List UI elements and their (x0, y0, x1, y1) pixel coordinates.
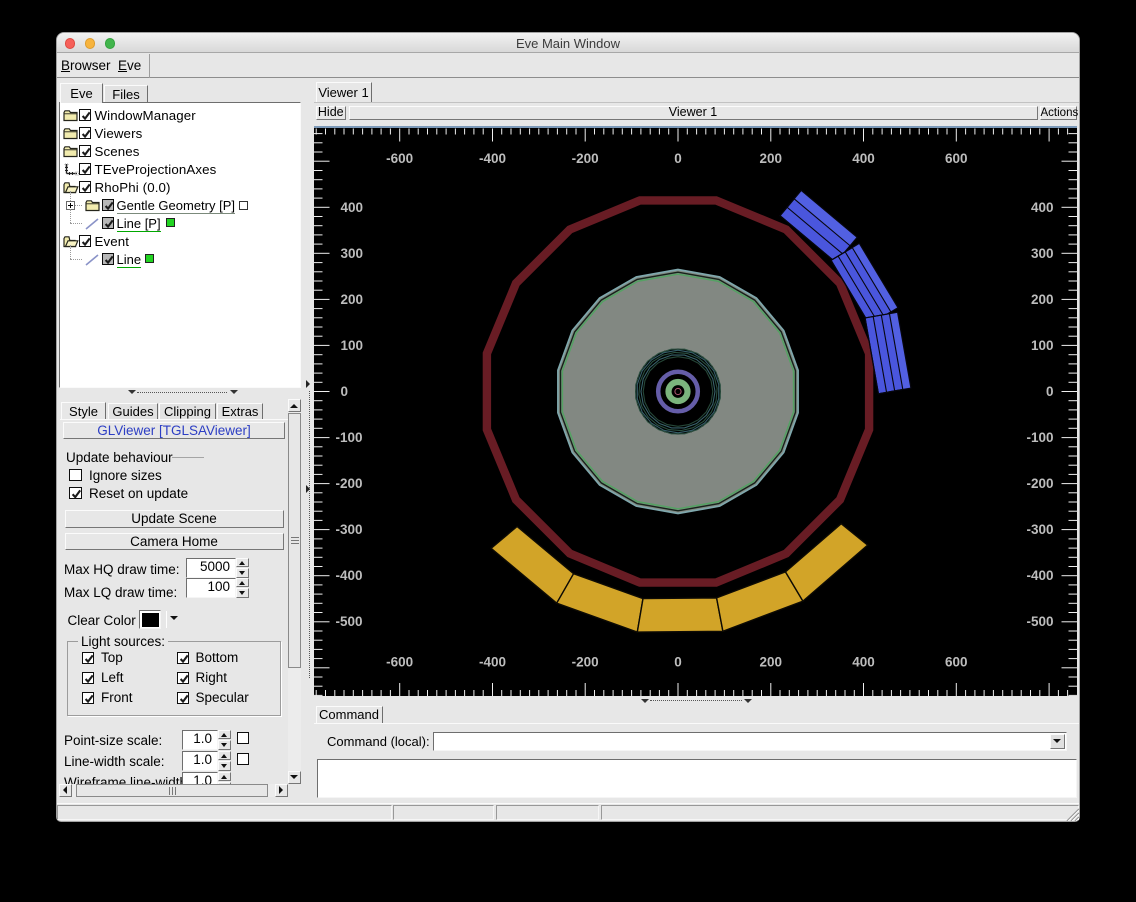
svg-text:-500: -500 (336, 614, 363, 629)
svg-text:-400: -400 (1026, 568, 1053, 583)
svg-text:-500: -500 (1026, 614, 1053, 629)
svg-text:400: 400 (1031, 200, 1054, 215)
svg-text:-600: -600 (386, 151, 413, 166)
svg-text:-300: -300 (336, 522, 363, 537)
svg-text:-100: -100 (336, 430, 363, 445)
svg-text:100: 100 (1031, 338, 1054, 353)
svg-text:-200: -200 (1026, 476, 1053, 491)
svg-text:400: 400 (341, 200, 364, 215)
svg-text:-200: -200 (572, 655, 599, 670)
svg-text:0: 0 (1046, 384, 1054, 399)
svg-text:100: 100 (341, 338, 364, 353)
svg-text:-300: -300 (1026, 522, 1053, 537)
svg-text:200: 200 (760, 151, 783, 166)
svg-text:-400: -400 (479, 655, 506, 670)
svg-text:-200: -200 (572, 151, 599, 166)
svg-text:0: 0 (341, 384, 349, 399)
svg-text:400: 400 (852, 655, 875, 670)
svg-text:-400: -400 (336, 568, 363, 583)
svg-text:-100: -100 (1026, 430, 1053, 445)
svg-text:0: 0 (674, 151, 682, 166)
svg-text:0: 0 (674, 655, 682, 670)
svg-text:300: 300 (1031, 246, 1054, 261)
svg-text:-200: -200 (336, 476, 363, 491)
svg-text:200: 200 (760, 655, 783, 670)
svg-text:600: 600 (945, 655, 968, 670)
svg-text:600: 600 (945, 151, 968, 166)
svg-text:200: 200 (1031, 292, 1054, 307)
svg-text:-600: -600 (386, 655, 413, 670)
svg-text:200: 200 (341, 292, 364, 307)
svg-text:-400: -400 (479, 151, 506, 166)
svg-text:400: 400 (852, 151, 875, 166)
svg-text:300: 300 (341, 246, 364, 261)
